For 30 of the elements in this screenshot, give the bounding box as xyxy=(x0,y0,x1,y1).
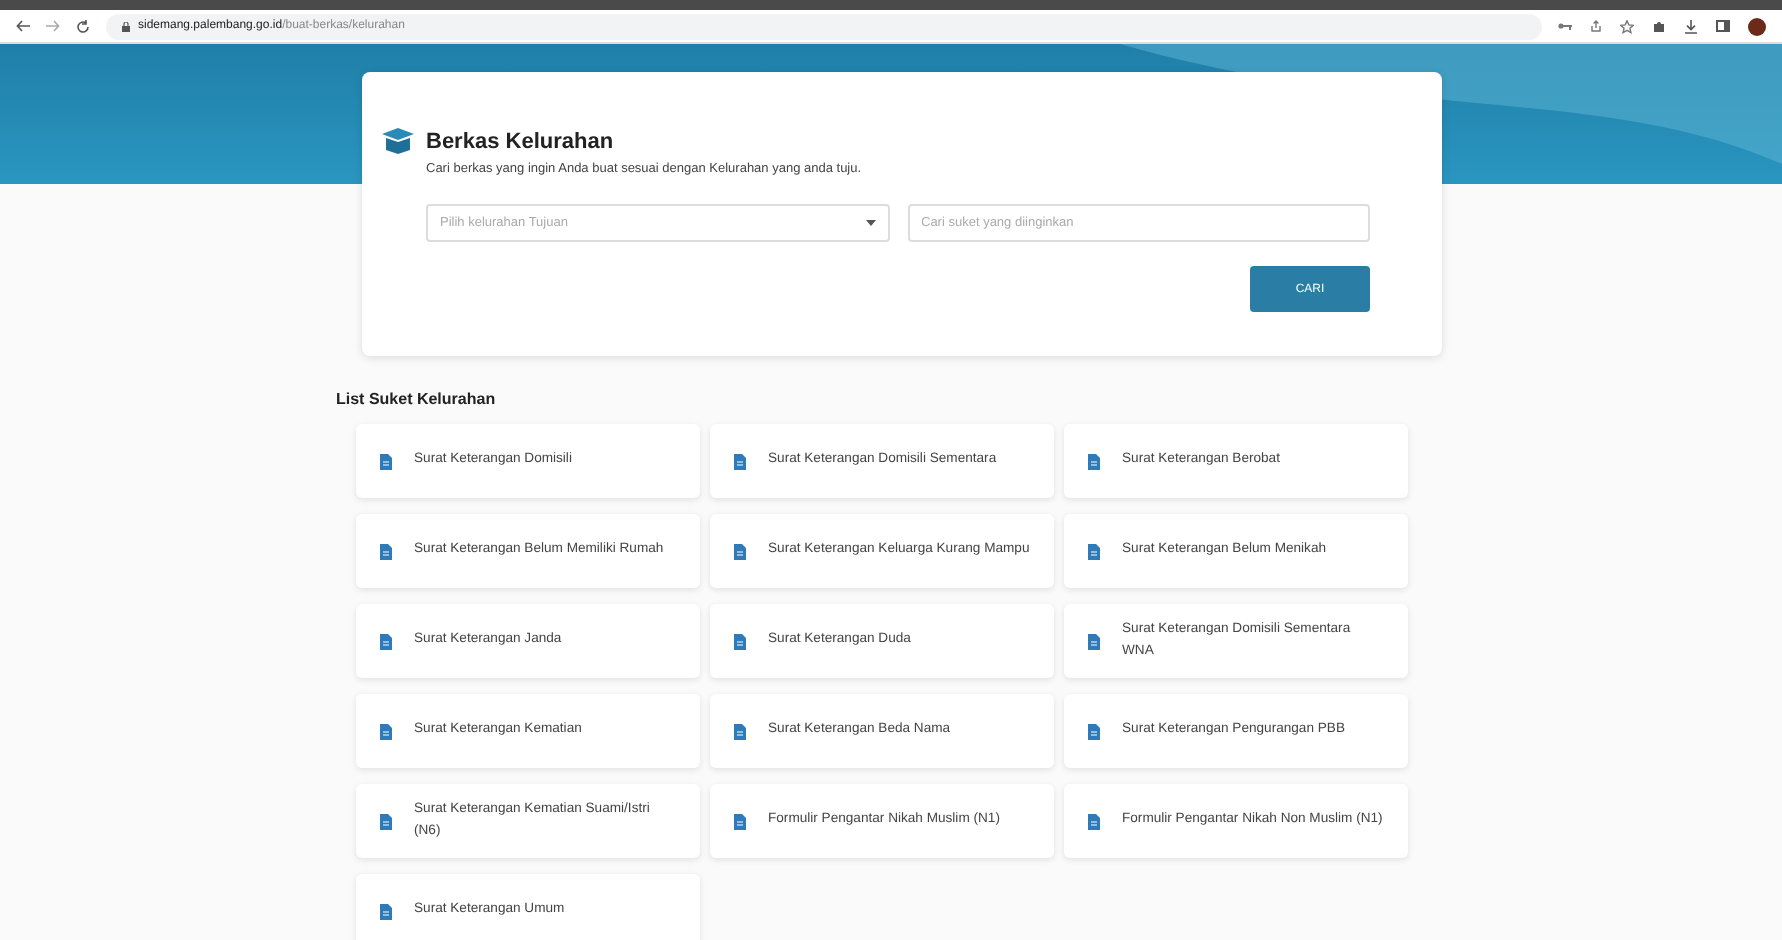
document-icon xyxy=(1088,633,1100,649)
document-icon xyxy=(380,453,392,469)
document-icon xyxy=(380,723,392,739)
document-icon xyxy=(1088,813,1100,829)
document-icon xyxy=(380,543,392,559)
sidebar-icon[interactable] xyxy=(1716,20,1730,32)
document-icon xyxy=(1088,723,1100,739)
document-icon xyxy=(380,633,392,649)
document-icon xyxy=(380,903,392,919)
document-icon xyxy=(734,543,746,559)
document-icon xyxy=(734,813,746,829)
list-title: List Suket Kelurahan xyxy=(336,390,498,408)
box-icon xyxy=(382,128,414,154)
document-icon xyxy=(380,813,392,829)
star-icon[interactable] xyxy=(1620,19,1634,33)
key-icon[interactable] xyxy=(1558,22,1572,30)
avatar-icon[interactable] xyxy=(1748,17,1766,35)
document-icon xyxy=(734,633,746,649)
document-icon xyxy=(1088,543,1100,559)
page-title: Berkas Kelurahan xyxy=(426,129,614,153)
share-icon[interactable] xyxy=(1590,20,1602,32)
puzzle-icon[interactable] xyxy=(1652,19,1666,33)
caret-icon xyxy=(865,220,875,226)
lock-icon xyxy=(122,21,130,31)
document-icon xyxy=(734,453,746,469)
download-icon[interactable] xyxy=(1684,19,1698,33)
document-icon xyxy=(734,723,746,739)
reload-icon[interactable] xyxy=(76,19,90,33)
document-icon xyxy=(1088,453,1100,469)
back-icon[interactable] xyxy=(16,20,30,32)
